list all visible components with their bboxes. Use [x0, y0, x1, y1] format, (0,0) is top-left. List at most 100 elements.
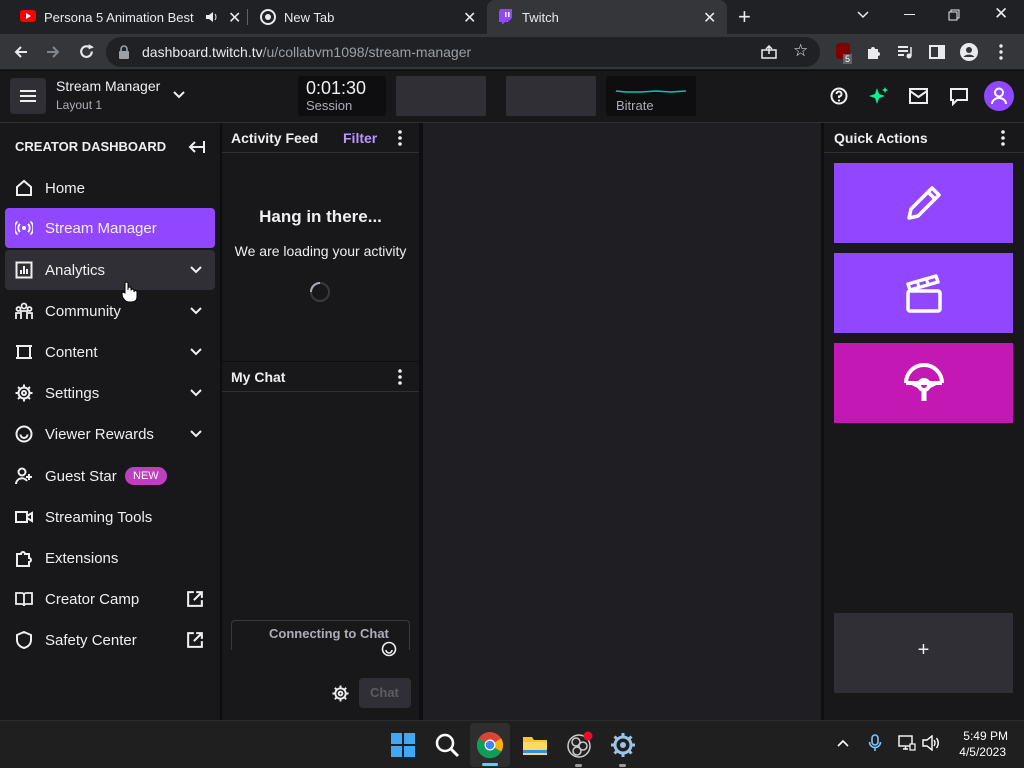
- sidebar-item-community[interactable]: Community: [5, 291, 215, 331]
- sidebar-item-analytics[interactable]: Analytics: [5, 250, 215, 290]
- sidebar-item-extensions[interactable]: Extensions: [5, 538, 215, 578]
- home-icon: [16, 179, 32, 196]
- sidebar-item-label: Community: [45, 302, 121, 320]
- session-time: 0:01:30: [306, 78, 367, 98]
- chat-header: My Chat: [222, 362, 419, 392]
- sidebar-item-streaming-tools[interactable]: Streaming Tools: [5, 497, 215, 537]
- analytics-icon: [15, 261, 33, 279]
- active-indicator: [482, 763, 498, 766]
- minimize-icon[interactable]: [904, 14, 915, 15]
- chrome-icon: [260, 9, 276, 25]
- chevron-down-icon: [190, 389, 202, 397]
- layout-selector[interactable]: Stream Manager Layout 1: [56, 78, 196, 116]
- restore-icon[interactable]: [948, 9, 960, 21]
- extensions-icon: [16, 551, 32, 567]
- chat-send-label: Chat: [370, 685, 399, 700]
- quick-action-clip[interactable]: [834, 253, 1013, 333]
- browser-tab-youtube[interactable]: Persona 5 Animation Best M ✕: [8, 0, 248, 34]
- close-icon[interactable]: ✕: [463, 8, 476, 28]
- media-playlist-icon[interactable]: [897, 44, 913, 60]
- running-indicator: [619, 764, 626, 767]
- search-icon[interactable]: [433, 731, 461, 759]
- bitrate-stat: Bitrate: [606, 76, 696, 116]
- quick-action-raid[interactable]: [834, 343, 1013, 423]
- forward-arrow-icon[interactable]: [45, 44, 61, 60]
- chevron-down-icon[interactable]: [856, 10, 870, 20]
- browser-tab-newtab[interactable]: New Tab ✕: [248, 0, 486, 34]
- network-icon[interactable]: [898, 735, 916, 751]
- inbox-icon[interactable]: [909, 88, 928, 104]
- chat-settings-icon[interactable]: [332, 685, 349, 702]
- pencil-icon: [907, 186, 941, 220]
- camera-icon: [15, 511, 33, 523]
- close-icon[interactable]: ✕: [703, 8, 716, 28]
- share-icon[interactable]: [761, 45, 777, 59]
- show-hidden-icons-icon[interactable]: [836, 738, 850, 748]
- more-options-icon[interactable]: [397, 368, 403, 386]
- chrome-icon[interactable]: [476, 731, 504, 759]
- chat-input-placeholder: Connecting to Chat: [269, 626, 389, 641]
- sidebar-item-content[interactable]: Content: [5, 332, 215, 372]
- speaker-icon[interactable]: [206, 11, 218, 23]
- session-stat: 0:01:30 Session: [298, 76, 386, 116]
- rewards-icon: [15, 425, 33, 443]
- page-title: Stream Manager: [56, 78, 161, 94]
- settings-app-icon[interactable]: [609, 731, 637, 759]
- side-panel-icon[interactable]: [929, 44, 945, 60]
- lock-icon[interactable]: [118, 45, 130, 59]
- emote-picker-icon[interactable]: [381, 641, 397, 657]
- collapse-sidebar-icon[interactable]: [187, 140, 205, 154]
- quick-actions-header: Quick Actions: [824, 123, 1024, 153]
- sidebar-item-safety-center[interactable]: Safety Center: [5, 620, 215, 660]
- sidebar-item-viewer-rewards[interactable]: Viewer Rewards: [5, 414, 215, 454]
- more-options-icon[interactable]: [397, 129, 403, 147]
- clock-time[interactable]: 5:49 PM: [960, 729, 1008, 743]
- avatar[interactable]: [984, 81, 1014, 111]
- youtube-icon: [20, 10, 36, 22]
- reload-icon[interactable]: [78, 43, 95, 60]
- address-bar[interactable]: dashboard.twitch.tv/u/collabvm1098/strea…: [106, 37, 820, 67]
- sidebar-item-stream-manager[interactable]: Stream Manager: [5, 208, 215, 248]
- puzzle-icon[interactable]: [866, 44, 882, 60]
- bookmark-star-icon[interactable]: ☆: [793, 41, 808, 61]
- sparkle-icon[interactable]: [869, 86, 889, 106]
- quick-action-edit-stream-info[interactable]: [834, 163, 1013, 243]
- filter-button[interactable]: Filter: [343, 130, 377, 146]
- new-tab-icon[interactable]: +: [738, 4, 751, 30]
- whispers-icon[interactable]: [950, 88, 968, 106]
- sidebar-item-label: Content: [45, 343, 98, 361]
- chat-send-button[interactable]: Chat: [359, 678, 411, 708]
- sidebar-item-home[interactable]: Home: [5, 168, 215, 208]
- obs-icon[interactable]: [565, 731, 593, 759]
- sidebar-item-label: Extensions: [45, 549, 119, 567]
- sidebar-item-guest-star[interactable]: Guest Star NEW: [5, 456, 215, 496]
- browser-menu-icon[interactable]: [998, 44, 1004, 60]
- external-link-icon: [187, 632, 203, 648]
- book-icon: [15, 592, 33, 607]
- add-quick-action-button[interactable]: +: [834, 613, 1013, 693]
- close-icon[interactable]: ✕: [228, 8, 241, 28]
- my-chat-panel: My Chat Connecting to Chat Chat: [222, 362, 419, 720]
- back-arrow-icon[interactable]: [13, 44, 29, 60]
- more-options-icon[interactable]: [1000, 129, 1006, 147]
- sidebar-item-label: Streaming Tools: [45, 508, 153, 526]
- help-icon[interactable]: [830, 87, 848, 105]
- chevron-down-icon: [190, 266, 202, 274]
- microphone-icon[interactable]: [868, 734, 882, 752]
- sidebar-item-settings[interactable]: Settings: [5, 373, 215, 413]
- browser-tab-title: Twitch: [522, 9, 559, 25]
- chat-input[interactable]: Connecting to Chat: [231, 620, 410, 657]
- user-icon: [991, 87, 1007, 105]
- volume-icon[interactable]: [922, 735, 940, 751]
- loading-spinner-icon: [310, 282, 330, 302]
- clock-date[interactable]: 4/5/2023: [950, 745, 1006, 759]
- sidebar-item-creator-camp[interactable]: Creator Camp: [5, 579, 215, 619]
- window-close-icon[interactable]: ✕: [994, 4, 1008, 24]
- hamburger-icon: [20, 90, 36, 102]
- browser-tab-twitch[interactable]: Twitch ✕: [487, 0, 727, 34]
- running-indicator: [575, 764, 582, 767]
- windows-start-icon[interactable]: [389, 731, 417, 759]
- file-explorer-icon[interactable]: [521, 731, 549, 759]
- menu-button[interactable]: [10, 78, 46, 114]
- profile-icon[interactable]: [960, 43, 978, 61]
